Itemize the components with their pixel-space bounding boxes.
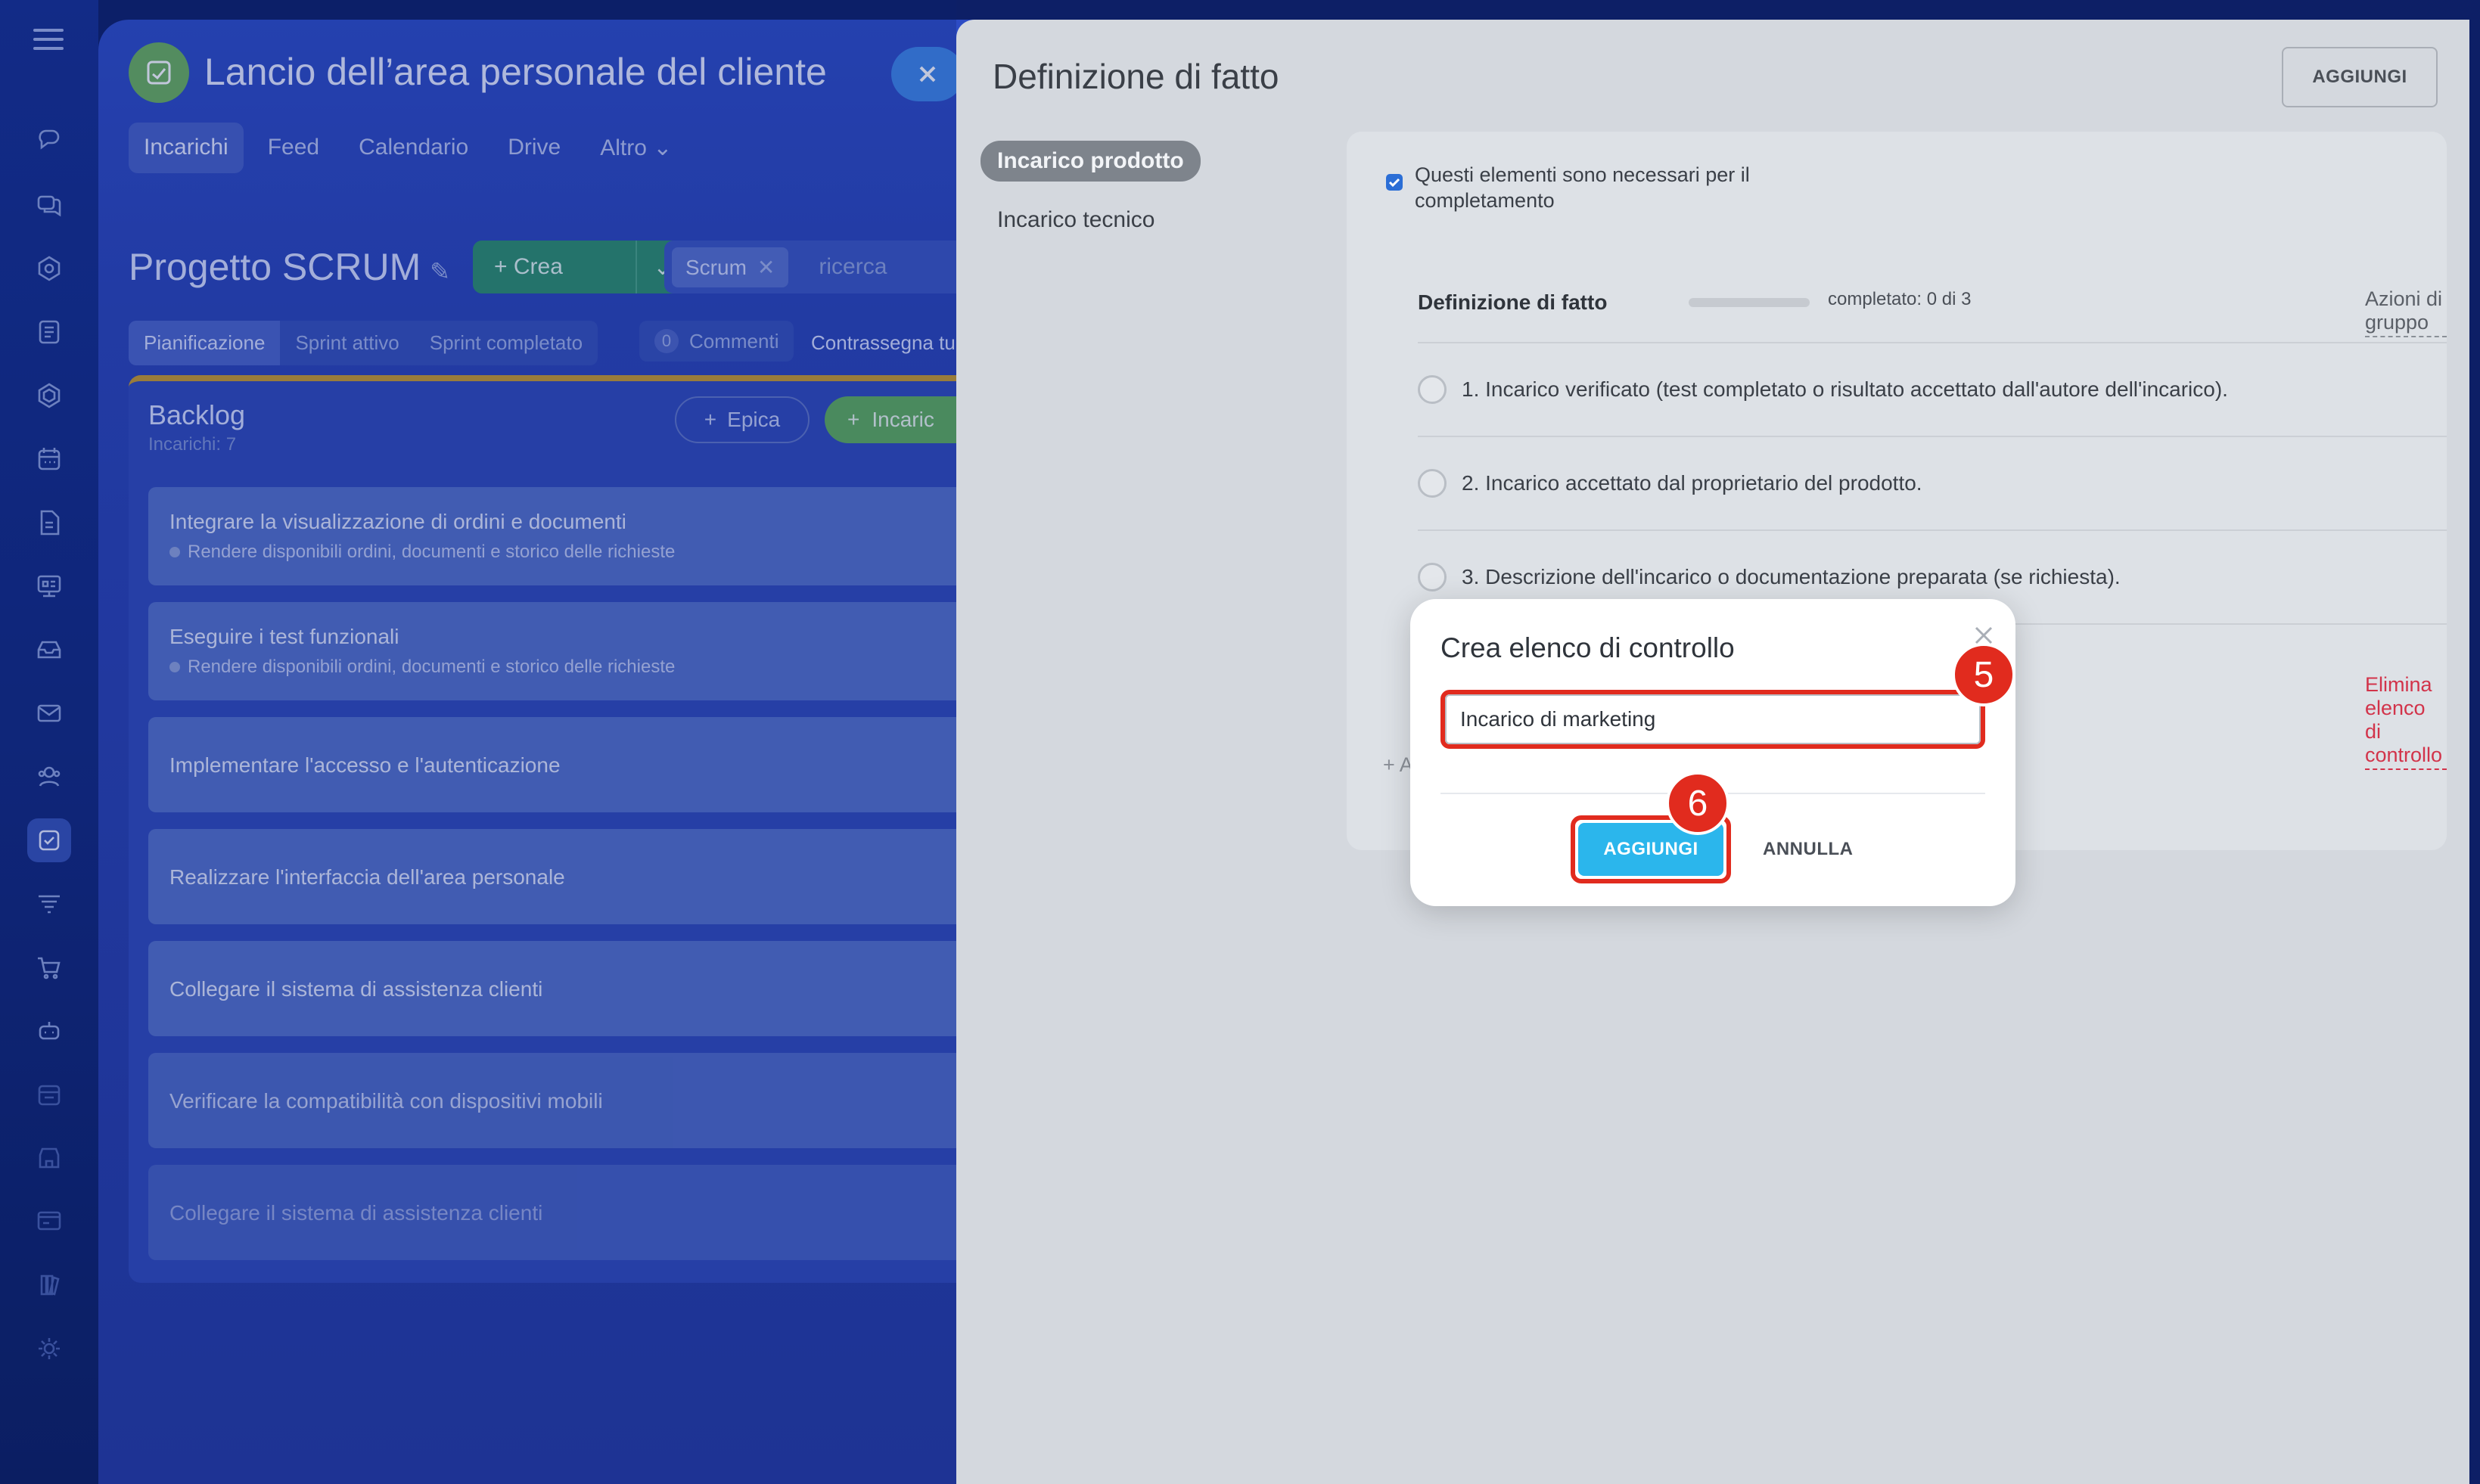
robot-icon[interactable] xyxy=(27,1009,71,1053)
search-input[interactable]: Scrum ✕ ricerca xyxy=(664,241,1006,293)
step-badge-6: 6 xyxy=(1666,771,1729,835)
project-icon xyxy=(129,42,189,103)
filter-chip[interactable]: Scrum ✕ xyxy=(672,247,789,287)
feed-icon[interactable] xyxy=(27,310,71,354)
item-checkbox[interactable] xyxy=(1418,469,1447,498)
settings-icon[interactable] xyxy=(27,1327,71,1371)
left-rail xyxy=(0,0,98,1484)
calendar-icon[interactable] xyxy=(27,437,71,481)
task-card[interactable]: Verificare la compatibilità con disposit… xyxy=(148,1053,1006,1148)
tab-feed[interactable]: Feed xyxy=(253,123,334,173)
task-card[interactable]: Integrare la visualizzazione di ordini e… xyxy=(148,487,1006,585)
task-card[interactable]: Realizzare l'interfaccia dell'area perso… xyxy=(148,829,1006,924)
item-checkbox[interactable] xyxy=(1418,375,1447,404)
progress-bar xyxy=(1689,298,1810,307)
knowledge-icon[interactable] xyxy=(27,1263,71,1307)
add-checklist-button[interactable]: AGGIUNGI xyxy=(2282,47,2438,107)
page-title: Progetto SCRUM ✎ xyxy=(129,246,451,288)
tasks-icon[interactable] xyxy=(27,818,71,862)
tab-pianificazione[interactable]: Pianificazione xyxy=(129,321,281,365)
step-badge-5: 5 xyxy=(1952,643,2015,706)
cart-icon[interactable] xyxy=(27,945,71,989)
plus-icon: + xyxy=(847,408,860,431)
tab-sprint-completato[interactable]: Sprint completato xyxy=(414,321,598,365)
menu-icon[interactable] xyxy=(33,29,64,51)
highlight-box xyxy=(1440,690,1985,749)
messages-icon[interactable] xyxy=(27,183,71,227)
remove-chip-icon[interactable]: ✕ xyxy=(757,256,775,279)
project-window: Lancio dell’area personale del cliente I… xyxy=(98,20,1006,1484)
collab-icon[interactable] xyxy=(27,247,71,290)
add-epic-button[interactable]: + Epica xyxy=(675,396,810,443)
side-item-incarico-prodotto[interactable]: Incarico prodotto xyxy=(981,141,1201,182)
tab-incarichi[interactable]: Incarichi xyxy=(129,123,244,173)
task-card[interactable]: Collegare il sistema di assistenza clien… xyxy=(148,941,1006,1036)
required-checkbox[interactable] xyxy=(1386,174,1403,191)
checkmark-icon xyxy=(1388,178,1400,188)
panel-title: Definizione di fatto xyxy=(993,57,1279,96)
required-label: Questi elementi sono necessari per il co… xyxy=(1415,163,1750,212)
groups-icon[interactable] xyxy=(27,374,71,418)
epic-dot-icon xyxy=(169,547,180,557)
dialog-title: Crea elenco di controllo xyxy=(1440,632,1735,663)
backlog-title: Backlog xyxy=(148,399,246,430)
comments-count: 0 xyxy=(654,329,679,353)
project-tabs: Incarichi Feed Calendario Drive Altro ⌄ xyxy=(129,123,687,173)
task-card[interactable]: Implementare l'accesso e l'autenticazion… xyxy=(148,717,1006,812)
checklist-item: 1. Incarico verificato (test completato … xyxy=(1418,343,2447,436)
close-panel-button[interactable] xyxy=(891,47,964,101)
plus-icon: + xyxy=(704,408,717,431)
checklist-name-input[interactable] xyxy=(1445,694,1981,744)
tab-calendario[interactable]: Calendario xyxy=(343,123,483,173)
pin-icon[interactable]: ✎ xyxy=(430,258,450,285)
scrum-subtabs: Pianificazione Sprint attivo Sprint comp… xyxy=(129,321,598,365)
tab-altro[interactable]: Altro ⌄ xyxy=(585,123,687,173)
cancel-button[interactable]: ANNULLA xyxy=(1743,818,1872,880)
comments-button[interactable]: 0 Commenti xyxy=(639,321,794,362)
delete-checklist-link[interactable]: Elimina elenco di controllo xyxy=(2365,673,2447,770)
close-icon xyxy=(919,66,936,82)
task-card[interactable]: Eseguire i test funzionali Rendere dispo… xyxy=(148,602,1006,700)
document-icon[interactable] xyxy=(27,501,71,545)
add-item-link[interactable]: + A xyxy=(1383,753,1413,777)
contacts-icon[interactable] xyxy=(27,755,71,799)
item-checkbox[interactable] xyxy=(1418,563,1447,591)
tab-drive[interactable]: Drive xyxy=(493,123,576,173)
side-item-incarico-tecnico[interactable]: Incarico tecnico xyxy=(981,200,1171,241)
create-checklist-dialog: Crea elenco di controllo AGGIUNGI ANNULL… xyxy=(1410,599,2015,906)
filter-icon[interactable] xyxy=(27,882,71,926)
store-icon[interactable] xyxy=(27,1136,71,1180)
task-card[interactable]: Collegare il sistema di assistenza clien… xyxy=(148,1165,1006,1260)
mark-all-link[interactable]: Contrassegna tu xyxy=(811,331,956,355)
checklist-title[interactable]: Definizione di fatto xyxy=(1418,290,1607,315)
backlog-section: Backlog Incarichi: 7 + Epica + Incaric Int… xyxy=(129,375,1006,1283)
epic-dot-icon xyxy=(169,662,180,672)
project-title: Lancio dell’area personale del cliente xyxy=(204,51,827,93)
backlog-count: Incarichi: 7 xyxy=(148,434,237,455)
board-icon[interactable] xyxy=(27,564,71,608)
mail-icon[interactable] xyxy=(27,691,71,735)
create-button[interactable]: + Crea ⌄ xyxy=(473,241,688,293)
checklist-item: 2. Incarico accettato dal proprietario d… xyxy=(1418,437,2447,529)
progress-text: completato: 0 di 3 xyxy=(1828,289,1972,309)
sites-icon[interactable] xyxy=(27,1200,71,1243)
booking-icon[interactable] xyxy=(27,1073,71,1116)
tab-sprint-attivo[interactable]: Sprint attivo xyxy=(280,321,415,365)
inbox-icon[interactable] xyxy=(27,628,71,672)
chat-icon[interactable] xyxy=(27,120,71,163)
group-actions-link[interactable]: Azioni di gruppo xyxy=(2365,287,2447,337)
